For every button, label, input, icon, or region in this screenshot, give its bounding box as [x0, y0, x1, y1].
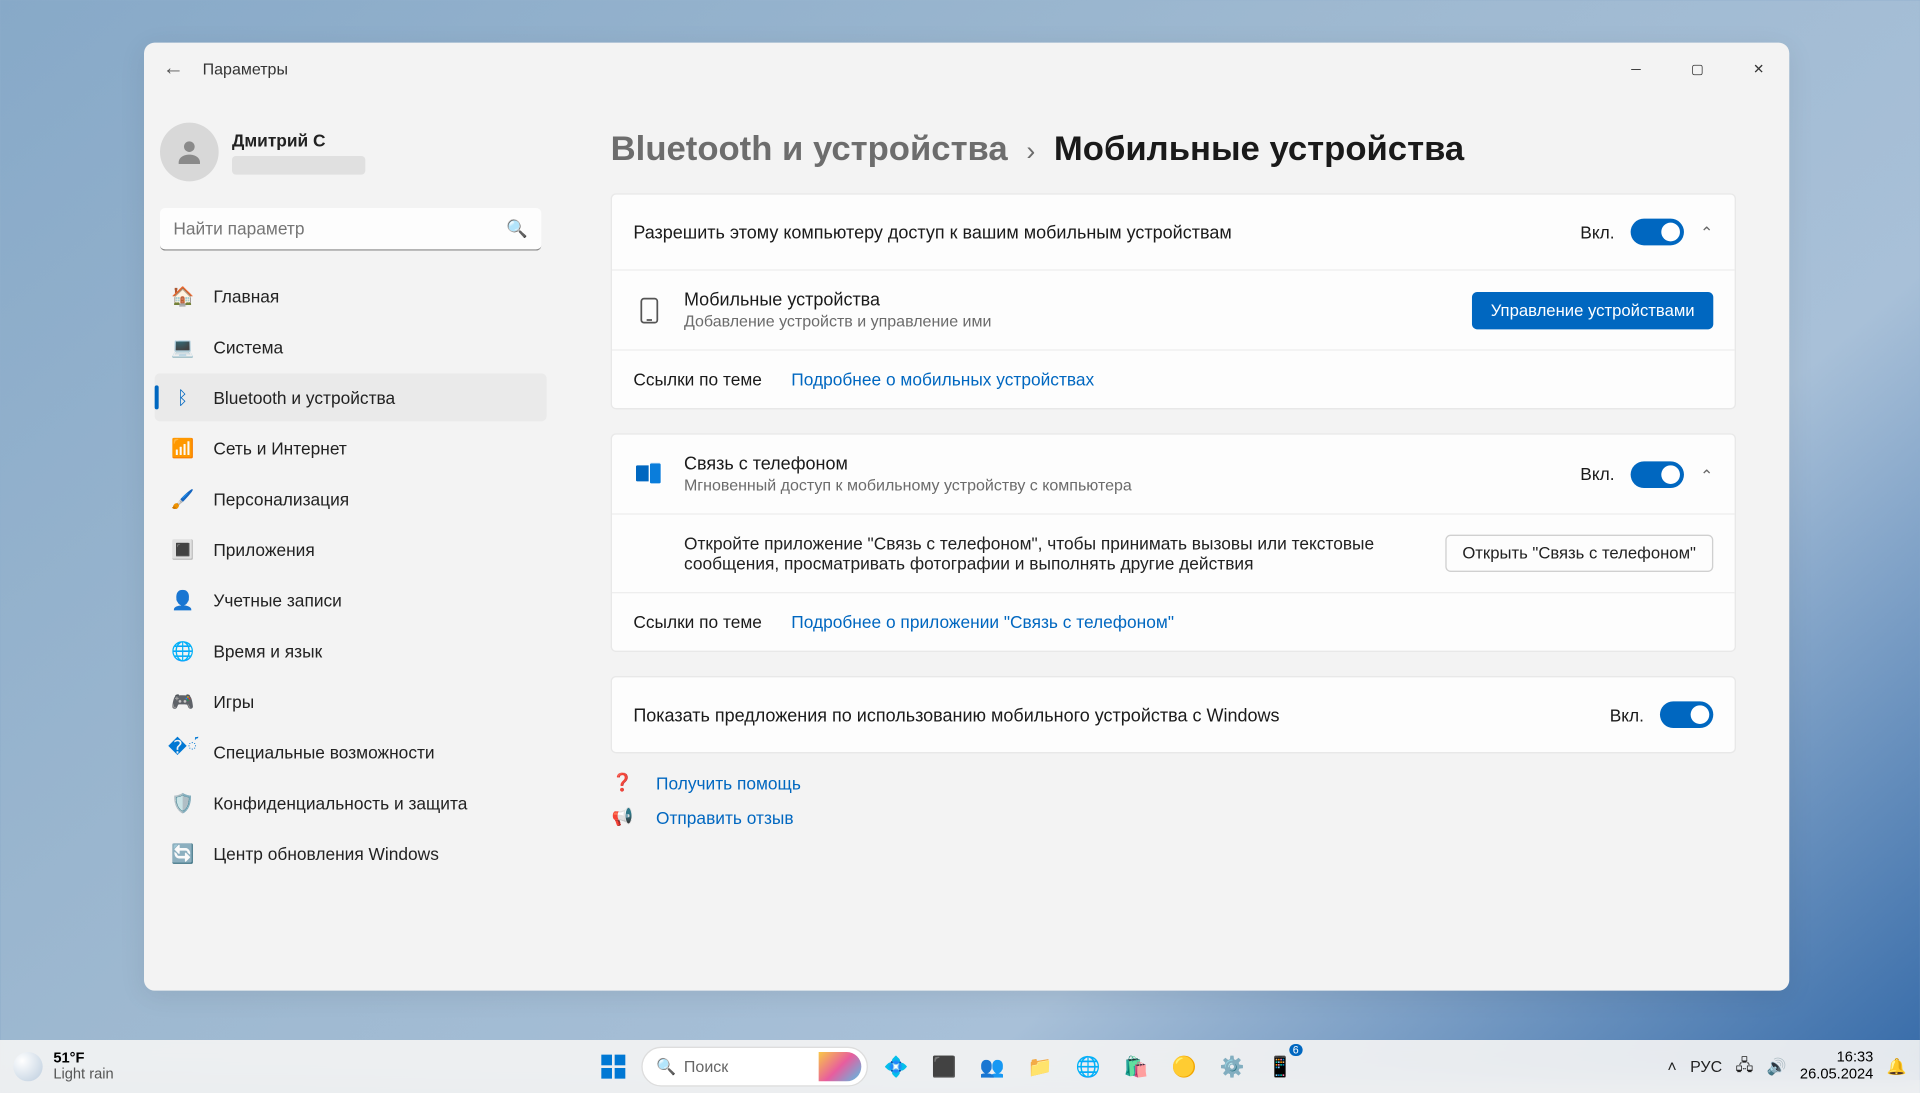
footer-links: ❓ Получить помощь 📢 Отправить отзыв: [611, 772, 1736, 828]
open-phone-link-button[interactable]: Открыть "Связь с телефоном": [1445, 535, 1713, 572]
sidebar-item-gaming[interactable]: 🎮Игры: [155, 677, 547, 725]
phone-toggle-label: Вкл.: [1580, 464, 1614, 484]
minimize-button[interactable]: ─: [1605, 48, 1666, 91]
explorer-icon[interactable]: 📁: [1020, 1047, 1060, 1087]
home-icon: 🏠: [171, 284, 195, 308]
chevron-up-icon: ⌄: [1700, 223, 1713, 242]
suggestions-card: Показать предложения по использованию мо…: [611, 676, 1736, 753]
titlebar: ← Параметры ─ ▢ ✕: [144, 43, 1789, 96]
suggest-toggle-label: Вкл.: [1610, 705, 1644, 725]
page-title: Мобильные устройства: [1054, 128, 1464, 169]
search-icon: 🔍: [656, 1057, 676, 1076]
sidebar-item-update[interactable]: 🔄Центр обновления Windows: [155, 829, 547, 877]
close-button[interactable]: ✕: [1728, 48, 1789, 91]
suggest-toggle[interactable]: [1660, 701, 1713, 728]
task-view-icon[interactable]: ⬛: [924, 1047, 964, 1087]
profile-block[interactable]: Дмитрий С: [149, 107, 552, 198]
brush-icon: 🖌️: [171, 487, 195, 511]
allow-access-row[interactable]: Разрешить этому компьютеру доступ к ваши…: [612, 195, 1735, 270]
globe-icon: 🌐: [171, 639, 195, 663]
help-icon: ❓: [611, 772, 635, 793]
phone-learn-more-link[interactable]: Подробнее о приложении "Связь с телефоно…: [791, 612, 1174, 632]
avatar-icon: [160, 123, 219, 182]
back-button[interactable]: ←: [160, 57, 187, 81]
breadcrumb-sep: ›: [1026, 137, 1035, 168]
teams-icon[interactable]: 👥: [972, 1047, 1012, 1087]
mobile-links-row: Ссылки по теме Подробнее о мобильных уст…: [612, 349, 1735, 408]
phone-links-row: Ссылки по теме Подробнее о приложении "С…: [612, 592, 1735, 651]
apps-icon: 🔳: [171, 537, 195, 561]
links-label: Ссылки по теме: [633, 369, 762, 389]
sidebar-item-privacy[interactable]: 🛡️Конфиденциальность и защита: [155, 779, 547, 827]
search-input[interactable]: [160, 208, 541, 251]
system-icon: 💻: [171, 335, 195, 359]
windows-icon: [601, 1055, 625, 1079]
phone-open-row: Откройте приложение "Связь с телефоном",…: [612, 513, 1735, 592]
manage-devices-button[interactable]: Управление устройствами: [1472, 291, 1713, 328]
allow-toggle-label: Вкл.: [1580, 222, 1614, 242]
copilot-icon[interactable]: 💠: [876, 1047, 916, 1087]
feedback-link[interactable]: Отправить отзыв: [656, 807, 794, 827]
phone-link-taskbar-icon[interactable]: 📱6: [1260, 1047, 1300, 1087]
tray-network-icon[interactable]: 🖧: [1735, 1053, 1753, 1081]
sidebar-item-apps[interactable]: 🔳Приложения: [155, 525, 547, 573]
maximize-button[interactable]: ▢: [1667, 48, 1728, 91]
sidebar: Дмитрий С 🔍 🏠Главная 💻Система ᛒBluetooth…: [144, 96, 557, 991]
taskbar-search[interactable]: 🔍 Поиск: [641, 1047, 868, 1087]
get-help-link[interactable]: Получить помощь: [656, 773, 801, 793]
search-box[interactable]: 🔍: [160, 208, 541, 251]
search-art-icon: [819, 1052, 862, 1081]
phone-icon: [633, 297, 665, 324]
allow-access-card: Разрешить этому компьютеру доступ к ваши…: [611, 193, 1736, 409]
sidebar-item-bluetooth[interactable]: ᛒBluetooth и устройства: [155, 373, 547, 421]
tray-language[interactable]: РУС: [1690, 1057, 1722, 1076]
taskbar: 51°F Light rain 🔍 Поиск 💠 ⬛ 👥 📁 🌐 🛍️ 🟡 ⚙…: [0, 1040, 1920, 1093]
phone-link-card: Связь с телефоном Мгновенный доступ к мо…: [611, 433, 1736, 652]
phone-link-icon: [633, 462, 665, 486]
breadcrumb-parent[interactable]: Bluetooth и устройства: [611, 128, 1008, 169]
gamepad-icon: 🎮: [171, 689, 195, 713]
mobile-learn-more-link[interactable]: Подробнее о мобильных устройствах: [791, 369, 1094, 389]
sidebar-item-home[interactable]: 🏠Главная: [155, 272, 547, 320]
search-icon: 🔍: [506, 219, 528, 240]
store-icon[interactable]: 🛍️: [1116, 1047, 1156, 1087]
update-icon: 🔄: [171, 841, 195, 865]
chevron-up-icon: ⌄: [1700, 465, 1713, 484]
tray-chevron-icon[interactable]: ˄: [1667, 1057, 1676, 1076]
start-button[interactable]: [593, 1047, 633, 1087]
profile-email-placeholder: [232, 155, 365, 174]
accessibility-icon: �﻿༹: [171, 740, 195, 764]
tray-notifications-icon[interactable]: 🔔: [1887, 1057, 1907, 1076]
edge-icon[interactable]: 🌐: [1068, 1047, 1108, 1087]
suggestions-row[interactable]: Показать предложения по использованию мо…: [612, 677, 1735, 752]
sidebar-item-accounts[interactable]: 👤Учетные записи: [155, 576, 547, 624]
sidebar-item-network[interactable]: 📶Сеть и Интернет: [155, 424, 547, 472]
links-label: Ссылки по теме: [633, 612, 762, 632]
sidebar-item-system[interactable]: 💻Система: [155, 323, 547, 371]
phone-link-row[interactable]: Связь с телефоном Мгновенный доступ к мо…: [612, 435, 1735, 514]
mobile-devices-row: Мобильные устройства Добавление устройст…: [612, 269, 1735, 349]
allow-toggle[interactable]: [1631, 219, 1684, 246]
chrome-icon[interactable]: 🟡: [1164, 1047, 1204, 1087]
sidebar-item-accessibility[interactable]: �﻿༹Специальные возможности: [155, 728, 547, 776]
tray-clock[interactable]: 16:33 26.05.2024: [1800, 1049, 1873, 1084]
sidebar-item-personalization[interactable]: 🖌️Персонализация: [155, 475, 547, 523]
phone-toggle[interactable]: [1631, 461, 1684, 488]
shield-icon: 🛡️: [171, 791, 195, 815]
nav: 🏠Главная 💻Система ᛒBluetooth и устройств…: [149, 272, 552, 877]
sidebar-item-time[interactable]: 🌐Время и язык: [155, 627, 547, 675]
profile-name: Дмитрий С: [232, 130, 365, 150]
breadcrumb: Bluetooth и устройства › Мобильные устро…: [611, 128, 1736, 169]
window-title: Параметры: [203, 60, 288, 79]
weather-icon: [13, 1052, 42, 1081]
settings-icon[interactable]: ⚙️: [1212, 1047, 1252, 1087]
tray-sound-icon[interactable]: 🔊: [1767, 1057, 1787, 1076]
feedback-icon: 📢: [611, 807, 635, 828]
taskbar-weather[interactable]: 51°F Light rain: [0, 1051, 267, 1083]
bluetooth-icon: ᛒ: [171, 385, 195, 409]
settings-window: ← Параметры ─ ▢ ✕ Дмитрий С: [144, 43, 1789, 991]
content: Bluetooth и устройства › Мобильные устро…: [557, 96, 1789, 991]
wifi-icon: 📶: [171, 436, 195, 460]
user-icon: 👤: [171, 588, 195, 612]
